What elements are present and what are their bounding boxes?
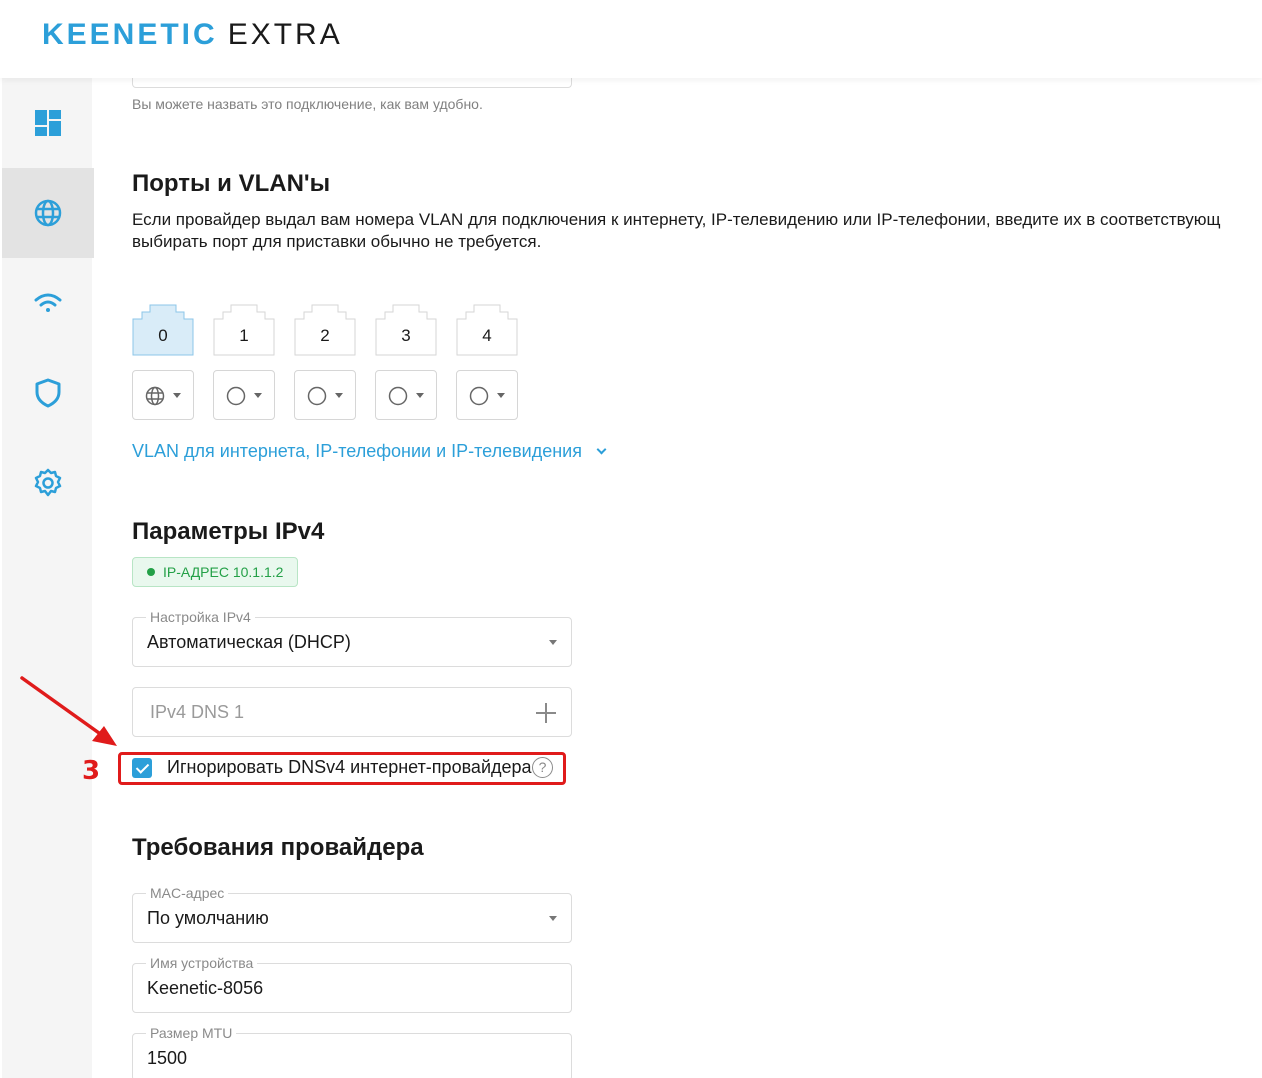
mtu-label: Размер MTU	[146, 1024, 237, 1042]
ipv4-setting-value: Автоматическая (DHCP)	[147, 632, 351, 652]
port-1-mode-select[interactable]	[213, 370, 275, 420]
annotation-highlight-box	[118, 752, 566, 785]
port-3[interactable]: 3	[375, 304, 437, 356]
main-content: Вы можете назвать это подключение, как в…	[132, 0, 1262, 1078]
logo[interactable]: KEENETIC EXTRA	[42, 18, 343, 52]
vlan-settings-link[interactable]: VLAN для интернета, IP-телефонии и IP-те…	[132, 441, 607, 462]
globe-icon	[34, 199, 62, 227]
chevron-down-icon	[254, 393, 262, 398]
port-1[interactable]: 1	[213, 304, 275, 356]
provider-section-title: Требования провайдера	[132, 834, 424, 861]
sidebar-item-security[interactable]	[2, 348, 94, 438]
header: KEENETIC EXTRA	[0, 0, 1262, 78]
port-4-label: 4	[482, 326, 492, 345]
port-2-label: 2	[320, 326, 330, 345]
ipv4-dns1-field[interactable]: IPv4 DNS 1	[132, 687, 572, 737]
chevron-down-icon	[549, 916, 557, 921]
mac-address-label: MAC-адрес	[146, 884, 229, 902]
sidebar-item-wifi[interactable]	[2, 258, 94, 348]
chevron-down-icon	[596, 444, 607, 455]
annotation-step-number: 3	[82, 756, 101, 786]
connection-name-hint: Вы можете назвать это подключение, как в…	[132, 96, 483, 112]
device-name-label: Имя устройства	[146, 954, 258, 972]
port-3-label: 3	[401, 326, 411, 345]
chevron-down-icon	[173, 393, 181, 398]
chevron-down-icon	[497, 393, 505, 398]
status-dot	[147, 568, 155, 576]
port-2-mode-select[interactable]	[294, 370, 356, 420]
shield-icon	[35, 378, 61, 408]
ipv4-setting-select[interactable]: Настройка IPv4 Автоматическая (DHCP)	[132, 608, 572, 667]
device-name-value: Keenetic-8056	[147, 978, 264, 998]
logo-model: EXTRA	[227, 18, 343, 51]
port-4-mode-select[interactable]	[456, 370, 518, 420]
logo-brand: KEENETIC	[42, 18, 218, 51]
dashboard-icon	[35, 110, 61, 136]
globe-icon	[145, 386, 165, 406]
chevron-down-icon	[549, 640, 557, 645]
port-3-mode-select[interactable]	[375, 370, 437, 420]
ipv4-section-title: Параметры IPv4	[132, 518, 325, 545]
port-4[interactable]: 4	[456, 304, 518, 356]
chevron-down-icon	[335, 393, 343, 398]
ports-description-line2: выбирать порт для приставки обычно не тр…	[132, 232, 542, 251]
ipv4-setting-label: Настройка IPv4	[146, 608, 255, 626]
device-name-field[interactable]: Имя устройства Keenetic-8056	[132, 954, 572, 1013]
circle-icon	[226, 386, 246, 406]
vlan-link-label: VLAN для интернета, IP-телефонии и IP-те…	[132, 441, 582, 461]
ip-address-badge: IP-АДРЕС 10.1.1.2	[132, 557, 299, 587]
mtu-value: 1500	[147, 1048, 188, 1068]
sidebar-item-dashboard[interactable]	[2, 78, 94, 168]
circle-icon	[469, 386, 489, 406]
wifi-icon	[34, 293, 62, 312]
circle-icon	[307, 386, 327, 406]
sidebar-item-internet[interactable]	[2, 168, 94, 258]
port-2[interactable]: 2	[294, 304, 356, 356]
gear-icon	[34, 468, 62, 497]
mtu-field[interactable]: Размер MTU 1500	[132, 1024, 572, 1078]
mac-address-value: По умолчанию	[147, 908, 269, 928]
ports-description-line1: Если провайдер выдал вам номера VLAN для…	[132, 210, 1221, 229]
sidebar	[0, 78, 94, 1078]
add-dns-button[interactable]	[535, 702, 557, 724]
port-0-mode-select[interactable]	[132, 370, 194, 420]
ipv4-dns1-placeholder: IPv4 DNS 1	[150, 702, 245, 722]
chevron-down-icon	[416, 393, 424, 398]
ip-address-text: IP-АДРЕС 10.1.1.2	[163, 564, 284, 580]
sidebar-item-settings[interactable]	[2, 438, 94, 528]
port-0-label: 0	[158, 326, 168, 345]
ports-section-title: Порты и VLAN'ы	[132, 170, 331, 197]
circle-icon	[388, 386, 408, 406]
port-1-label: 1	[239, 326, 249, 345]
port-0[interactable]: 0	[132, 304, 194, 356]
mac-address-select[interactable]: MAC-адрес По умолчанию	[132, 884, 572, 943]
